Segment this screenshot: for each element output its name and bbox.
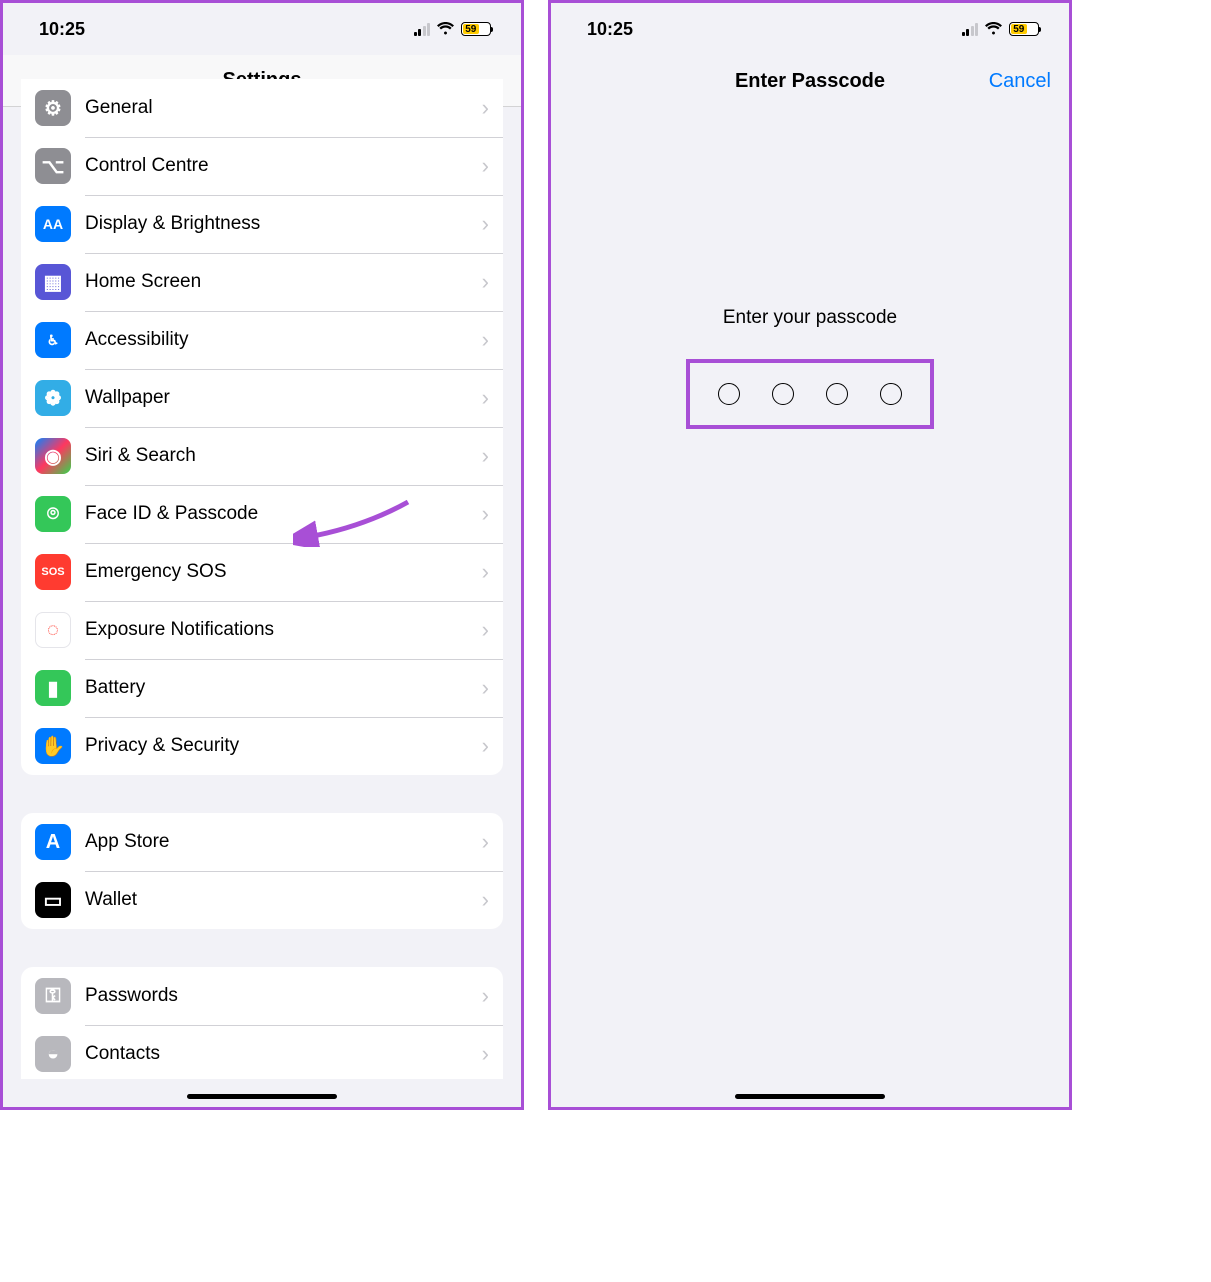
gear-icon: ⚙ bbox=[35, 90, 71, 126]
chevron-right-icon: › bbox=[482, 385, 489, 411]
status-time: 10:25 bbox=[39, 19, 85, 40]
siri-icon: ◉ bbox=[35, 438, 71, 474]
passcode-content: Enter your passcode bbox=[551, 107, 1069, 1107]
settings-row-label: Wallpaper bbox=[85, 387, 482, 409]
status-bar: 10:25 59 bbox=[551, 3, 1069, 55]
settings-row-siri-search[interactable]: ◉ Siri & Search› bbox=[21, 427, 503, 485]
settings-row-general[interactable]: ⚙ General› bbox=[21, 79, 503, 137]
wifi-icon bbox=[984, 19, 1003, 40]
settings-group-1: ⚙General›⌥Control Centre›AADisplay & Bri… bbox=[21, 79, 503, 775]
sos-icon: SOS bbox=[35, 554, 71, 590]
settings-row-label: Contacts bbox=[85, 1043, 482, 1065]
wifi-icon bbox=[436, 19, 455, 40]
battery-icon: 59 bbox=[1009, 22, 1039, 36]
accessibility-icon: ♿︎ bbox=[35, 322, 71, 358]
status-right: 59 bbox=[414, 19, 492, 40]
settings-screen: 10:25 59 Settings ⚙General›⌥Control Cent… bbox=[0, 0, 524, 1110]
chevron-right-icon: › bbox=[482, 675, 489, 701]
settings-row-display-brightness[interactable]: AA Display & Brightness› bbox=[21, 195, 503, 253]
contacts-icon: ◒ bbox=[35, 1036, 71, 1072]
text-size-icon: AA bbox=[35, 206, 71, 242]
passcode-prompt: Enter your passcode bbox=[551, 307, 1069, 329]
settings-row-label: Emergency SOS bbox=[85, 561, 482, 583]
settings-row-label: Accessibility bbox=[85, 329, 482, 351]
settings-row-label: General bbox=[85, 97, 482, 119]
settings-row-label: Passwords bbox=[85, 985, 482, 1007]
page-title: Enter Passcode bbox=[735, 70, 885, 93]
battery-icon: ▮ bbox=[35, 670, 71, 706]
settings-row-label: Siri & Search bbox=[85, 445, 482, 467]
status-bar: 10:25 59 bbox=[3, 3, 521, 55]
settings-row-wallpaper[interactable]: ❁ Wallpaper› bbox=[21, 369, 503, 427]
chevron-right-icon: › bbox=[482, 617, 489, 643]
settings-group-2: AApp Store›▭Wallet› bbox=[21, 813, 503, 929]
chevron-right-icon: › bbox=[482, 733, 489, 759]
status-time: 10:25 bbox=[587, 19, 633, 40]
flower-icon: ❁ bbox=[35, 380, 71, 416]
chevron-right-icon: › bbox=[482, 887, 489, 913]
settings-row-label: Face ID & Passcode bbox=[85, 503, 482, 525]
settings-row-label: App Store bbox=[85, 831, 482, 853]
chevron-right-icon: › bbox=[482, 501, 489, 527]
passcode-dots[interactable] bbox=[686, 359, 934, 429]
chevron-right-icon: › bbox=[482, 559, 489, 585]
settings-row-battery[interactable]: ▮ Battery› bbox=[21, 659, 503, 717]
settings-row-label: Wallet bbox=[85, 889, 482, 911]
passcode-dot bbox=[880, 383, 902, 405]
key-icon: ⚿ bbox=[35, 978, 71, 1014]
settings-row-contacts[interactable]: ◒ Contacts› bbox=[21, 1025, 503, 1079]
passcode-dot bbox=[718, 383, 740, 405]
battery-icon: 59 bbox=[461, 22, 491, 36]
cellular-signal-icon bbox=[962, 23, 979, 36]
navigation-bar: Enter Passcode Cancel bbox=[551, 55, 1069, 107]
settings-row-wallet[interactable]: ▭ Wallet› bbox=[21, 871, 503, 929]
faceid-icon: ⌾ bbox=[35, 496, 71, 532]
passcode-dot bbox=[772, 383, 794, 405]
settings-row-passwords[interactable]: ⚿ Passwords› bbox=[21, 967, 503, 1025]
settings-row-home-screen[interactable]: ▦ Home Screen› bbox=[21, 253, 503, 311]
settings-row-label: Control Centre bbox=[85, 155, 482, 177]
appstore-icon: A bbox=[35, 824, 71, 860]
status-right: 59 bbox=[962, 19, 1040, 40]
home-indicator[interactable] bbox=[735, 1094, 885, 1099]
hand-icon: ✋ bbox=[35, 728, 71, 764]
settings-row-label: Display & Brightness bbox=[85, 213, 482, 235]
settings-row-label: Home Screen bbox=[85, 271, 482, 293]
settings-group-3: ⚿Passwords›◒Contacts› bbox=[21, 967, 503, 1079]
chevron-right-icon: › bbox=[482, 829, 489, 855]
settings-row-control-centre[interactable]: ⌥ Control Centre› bbox=[21, 137, 503, 195]
settings-row-emergency-sos[interactable]: SOS Emergency SOS› bbox=[21, 543, 503, 601]
settings-row-app-store[interactable]: A App Store› bbox=[21, 813, 503, 871]
grid-icon: ▦ bbox=[35, 264, 71, 300]
settings-row-accessibility[interactable]: ♿︎ Accessibility› bbox=[21, 311, 503, 369]
chevron-right-icon: › bbox=[482, 269, 489, 295]
settings-list[interactable]: ⚙General›⌥Control Centre›AADisplay & Bri… bbox=[3, 79, 521, 1079]
settings-row-exposure-notifications[interactable]: ◌ Exposure Notifications› bbox=[21, 601, 503, 659]
toggles-icon: ⌥ bbox=[35, 148, 71, 184]
chevron-right-icon: › bbox=[482, 327, 489, 353]
settings-row-faceid-passcode[interactable]: ⌾ Face ID & Passcode› bbox=[21, 485, 503, 543]
home-indicator[interactable] bbox=[187, 1094, 337, 1099]
chevron-right-icon: › bbox=[482, 1041, 489, 1067]
cancel-button[interactable]: Cancel bbox=[989, 70, 1051, 93]
chevron-right-icon: › bbox=[482, 443, 489, 469]
settings-row-privacy-security[interactable]: ✋ Privacy & Security› bbox=[21, 717, 503, 775]
cellular-signal-icon bbox=[414, 23, 431, 36]
chevron-right-icon: › bbox=[482, 95, 489, 121]
chevron-right-icon: › bbox=[482, 983, 489, 1009]
wallet-icon: ▭ bbox=[35, 882, 71, 918]
settings-row-label: Battery bbox=[85, 677, 482, 699]
chevron-right-icon: › bbox=[482, 153, 489, 179]
chevron-right-icon: › bbox=[482, 211, 489, 237]
passcode-screen: 10:25 59 Enter Passcode Cancel Enter you… bbox=[548, 0, 1072, 1110]
settings-row-label: Privacy & Security bbox=[85, 735, 482, 757]
exposure-icon: ◌ bbox=[35, 612, 71, 648]
settings-row-label: Exposure Notifications bbox=[85, 619, 482, 641]
passcode-dot bbox=[826, 383, 848, 405]
